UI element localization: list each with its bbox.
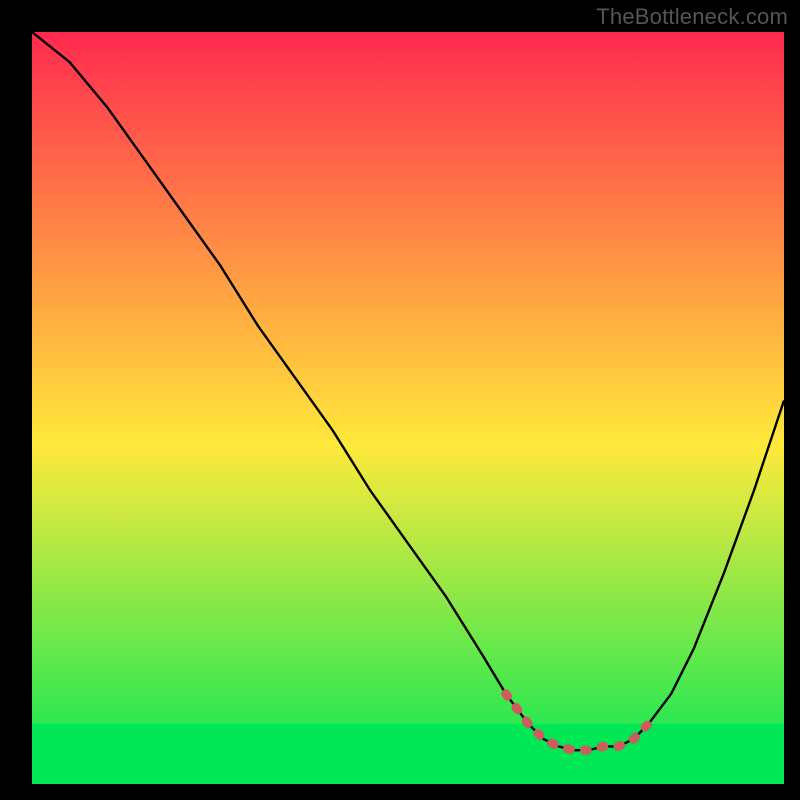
plot-area: [32, 32, 784, 784]
chart-container: TheBottleneck.com: [0, 0, 800, 800]
chart-svg: [32, 32, 784, 784]
gradient-background: [32, 32, 784, 784]
green-band: [32, 724, 784, 784]
watermark-text: TheBottleneck.com: [596, 4, 788, 30]
